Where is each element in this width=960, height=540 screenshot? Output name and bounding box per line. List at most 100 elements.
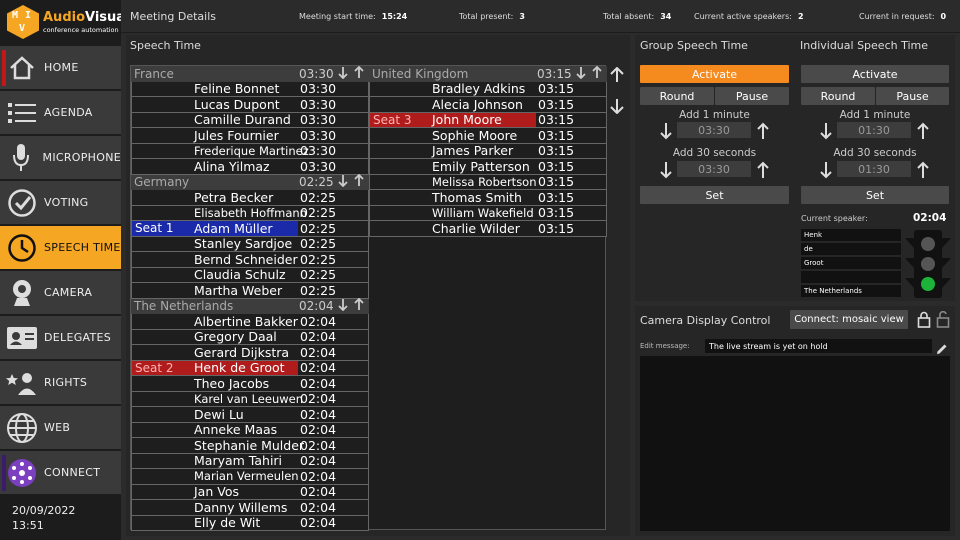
speaker-name: Camille Durand: [194, 112, 291, 128]
individual-minute-up-icon[interactable]: [916, 122, 930, 144]
speaker-row[interactable]: Claudia Schulz 02:25: [131, 267, 369, 283]
nav-label: AGENDA: [44, 106, 93, 119]
sort-arrows-icon[interactable]: [575, 65, 605, 82]
individual-30s-down-icon[interactable]: [819, 161, 833, 183]
speaker-time: 02:04: [300, 375, 337, 391]
current-in-request: Current in request: 0: [859, 12, 947, 21]
individual-round-button[interactable]: Round: [801, 87, 875, 105]
sort-arrows-icon[interactable]: [337, 297, 367, 314]
speaker-row[interactable]: Jan Vos 02:04: [131, 484, 369, 500]
speaker-row[interactable]: Feline Bonnet 03:30: [131, 81, 369, 97]
group-activate-button[interactable]: Activate: [640, 65, 789, 83]
individual-pause-button[interactable]: Pause: [876, 87, 949, 105]
individual-set-button[interactable]: Set: [801, 186, 949, 204]
speaker-row[interactable]: Maryam Tahiri 02:04: [131, 453, 369, 469]
message-input[interactable]: The live stream is yet on hold: [705, 339, 932, 353]
nav-camera[interactable]: CAMERA: [0, 271, 121, 315]
speaker-row[interactable]: Alina Yilmaz 03:30: [131, 159, 369, 175]
speaker-row[interactable]: Marian Vermeulen 02:04: [131, 469, 369, 485]
speaker-row[interactable]: Alecia Johnson 03:15: [369, 97, 607, 113]
speaker-name: Gregory Daal: [194, 329, 277, 345]
speaker-row[interactable]: Frederique Martinez 03:30: [131, 143, 369, 159]
speaker-name: Bradley Adkins: [432, 81, 526, 97]
group-set-button[interactable]: Set: [640, 186, 789, 204]
speaker-row[interactable]: Melissa Robertson 03:15: [369, 174, 607, 190]
nav-connect[interactable]: CONNECT: [0, 451, 121, 495]
nav-voting[interactable]: VOTING: [0, 181, 121, 225]
logo-badge: M I V: [7, 5, 39, 39]
nav-speech-time[interactable]: SPEECH TIME: [0, 226, 121, 270]
speaker-row[interactable]: Martha Weber 02:25: [131, 283, 369, 299]
nav-web[interactable]: WEB: [0, 406, 121, 450]
group-30s-up-icon[interactable]: [756, 161, 770, 183]
speaker-row[interactable]: Elisabeth Hoffmann 02:25: [131, 205, 369, 221]
group-header[interactable]: The Netherlands 02:04: [131, 297, 369, 314]
speaker-row[interactable]: Bernd Schneider 02:25: [131, 252, 369, 268]
connect-mosaic-button[interactable]: Connect: mosaic view: [790, 310, 908, 329]
sort-arrows-icon[interactable]: [337, 173, 367, 190]
group-pause-button[interactable]: Pause: [715, 87, 789, 105]
speaker-row[interactable]: Gregory Daal 02:04: [131, 329, 369, 345]
unlock-icon[interactable]: [936, 310, 950, 332]
group-header[interactable]: United Kingdom 03:15: [369, 65, 607, 82]
group-header[interactable]: Germany 02:25: [131, 173, 369, 190]
speaker-row[interactable]: Elly de Wit 02:04: [131, 515, 369, 531]
speaker-row[interactable]: James Parker 03:15: [369, 143, 607, 159]
sidebar: M I V AudioVisual conference automation …: [0, 0, 130, 540]
list-scrollbar[interactable]: [609, 65, 626, 530]
speaker-name: James Parker: [432, 143, 514, 159]
speaker-row[interactable]: Seat 2 Henk de Groot 02:04: [131, 360, 369, 376]
speaker-row[interactable]: Dewi Lu 02:04: [131, 407, 369, 423]
group-time: 02:04: [299, 299, 334, 314]
individual-30s-up-icon[interactable]: [916, 161, 930, 183]
speaker-name: John Moore: [432, 112, 502, 128]
logo-letter-m: M: [12, 10, 19, 21]
speaker-row[interactable]: Jules Fournier 03:30: [131, 128, 369, 144]
seat-label: Seat 2: [135, 360, 174, 375]
sort-arrows-icon[interactable]: [337, 65, 367, 82]
speaker-row[interactable]: William Wakefield 03:15: [369, 205, 607, 221]
group-round-button[interactable]: Round: [640, 87, 714, 105]
speaker-row[interactable]: Camille Durand 03:30: [131, 112, 369, 128]
speaker-row[interactable]: Emily Patterson 03:15: [369, 159, 607, 175]
speaker-time: 02:04: [300, 329, 337, 345]
nav-rights[interactable]: RIGHTS: [0, 361, 121, 405]
speaker-row[interactable]: Petra Becker 02:25: [131, 190, 369, 206]
nav-home[interactable]: HOME: [0, 46, 121, 90]
speaker-row[interactable]: Sophie Moore 03:15: [369, 128, 607, 144]
speaker-row[interactable]: Albertine Bakker 02:04: [131, 314, 369, 330]
lock-icon[interactable]: [917, 311, 931, 332]
camera-display-title: Camera Display Control: [640, 314, 771, 327]
individual-minute-down-icon[interactable]: [819, 122, 833, 144]
speaker-row[interactable]: Karel van Leeuwen 02:04: [131, 391, 369, 407]
speaker-row[interactable]: Theo Jacobs 02:04: [131, 376, 369, 392]
speaker-column-right: United Kingdom 03:15 Bradley Adkins 03:15 Al…: [369, 65, 607, 237]
nav-delegates[interactable]: DELEGATES: [0, 316, 121, 360]
speaker-row[interactable]: Seat 1 Adam Müller 02:25: [131, 221, 369, 237]
nav-microphone[interactable]: MICROPHONE: [0, 136, 121, 180]
group-minute-down-icon[interactable]: [659, 122, 673, 144]
individual-minute-value: 01:30: [837, 122, 911, 138]
speaker-row[interactable]: Gerard Dijkstra 02:04: [131, 345, 369, 361]
scroll-up-icon[interactable]: [610, 66, 624, 83]
speaker-row[interactable]: Stanley Sardjoe 02:25: [131, 236, 369, 252]
speaker-time: 02:04: [300, 484, 337, 500]
speaker-row[interactable]: Stephanie Mulder 02:04: [131, 438, 369, 454]
group-30s-down-icon[interactable]: [659, 161, 673, 183]
group-header[interactable]: France 03:30: [131, 65, 369, 82]
speaker-row[interactable]: Charlie Wilder 03:15: [369, 221, 607, 237]
speaker-row[interactable]: Thomas Smith 03:15: [369, 190, 607, 206]
active-speakers: Current active speakers: 2: [694, 12, 804, 21]
speaker-time: 03:15: [538, 205, 575, 221]
speaker-row[interactable]: Anneke Maas 02:04: [131, 422, 369, 438]
nav-agenda[interactable]: AGENDA: [0, 91, 121, 135]
speaker-row[interactable]: Lucas Dupont 03:30: [131, 97, 369, 113]
individual-activate-button[interactable]: Activate: [801, 65, 949, 83]
scroll-down-icon[interactable]: [610, 98, 624, 115]
speaker-name: Frederique Martinez: [194, 143, 309, 158]
speaker-row[interactable]: Bradley Adkins 03:15: [369, 81, 607, 97]
speaker-row[interactable]: Danny Willems 02:04: [131, 500, 369, 516]
speaker-row[interactable]: Seat 3 John Moore 03:15: [369, 112, 607, 128]
group-minute-up-icon[interactable]: [756, 122, 770, 144]
speaker-time: 02:04: [300, 313, 337, 329]
